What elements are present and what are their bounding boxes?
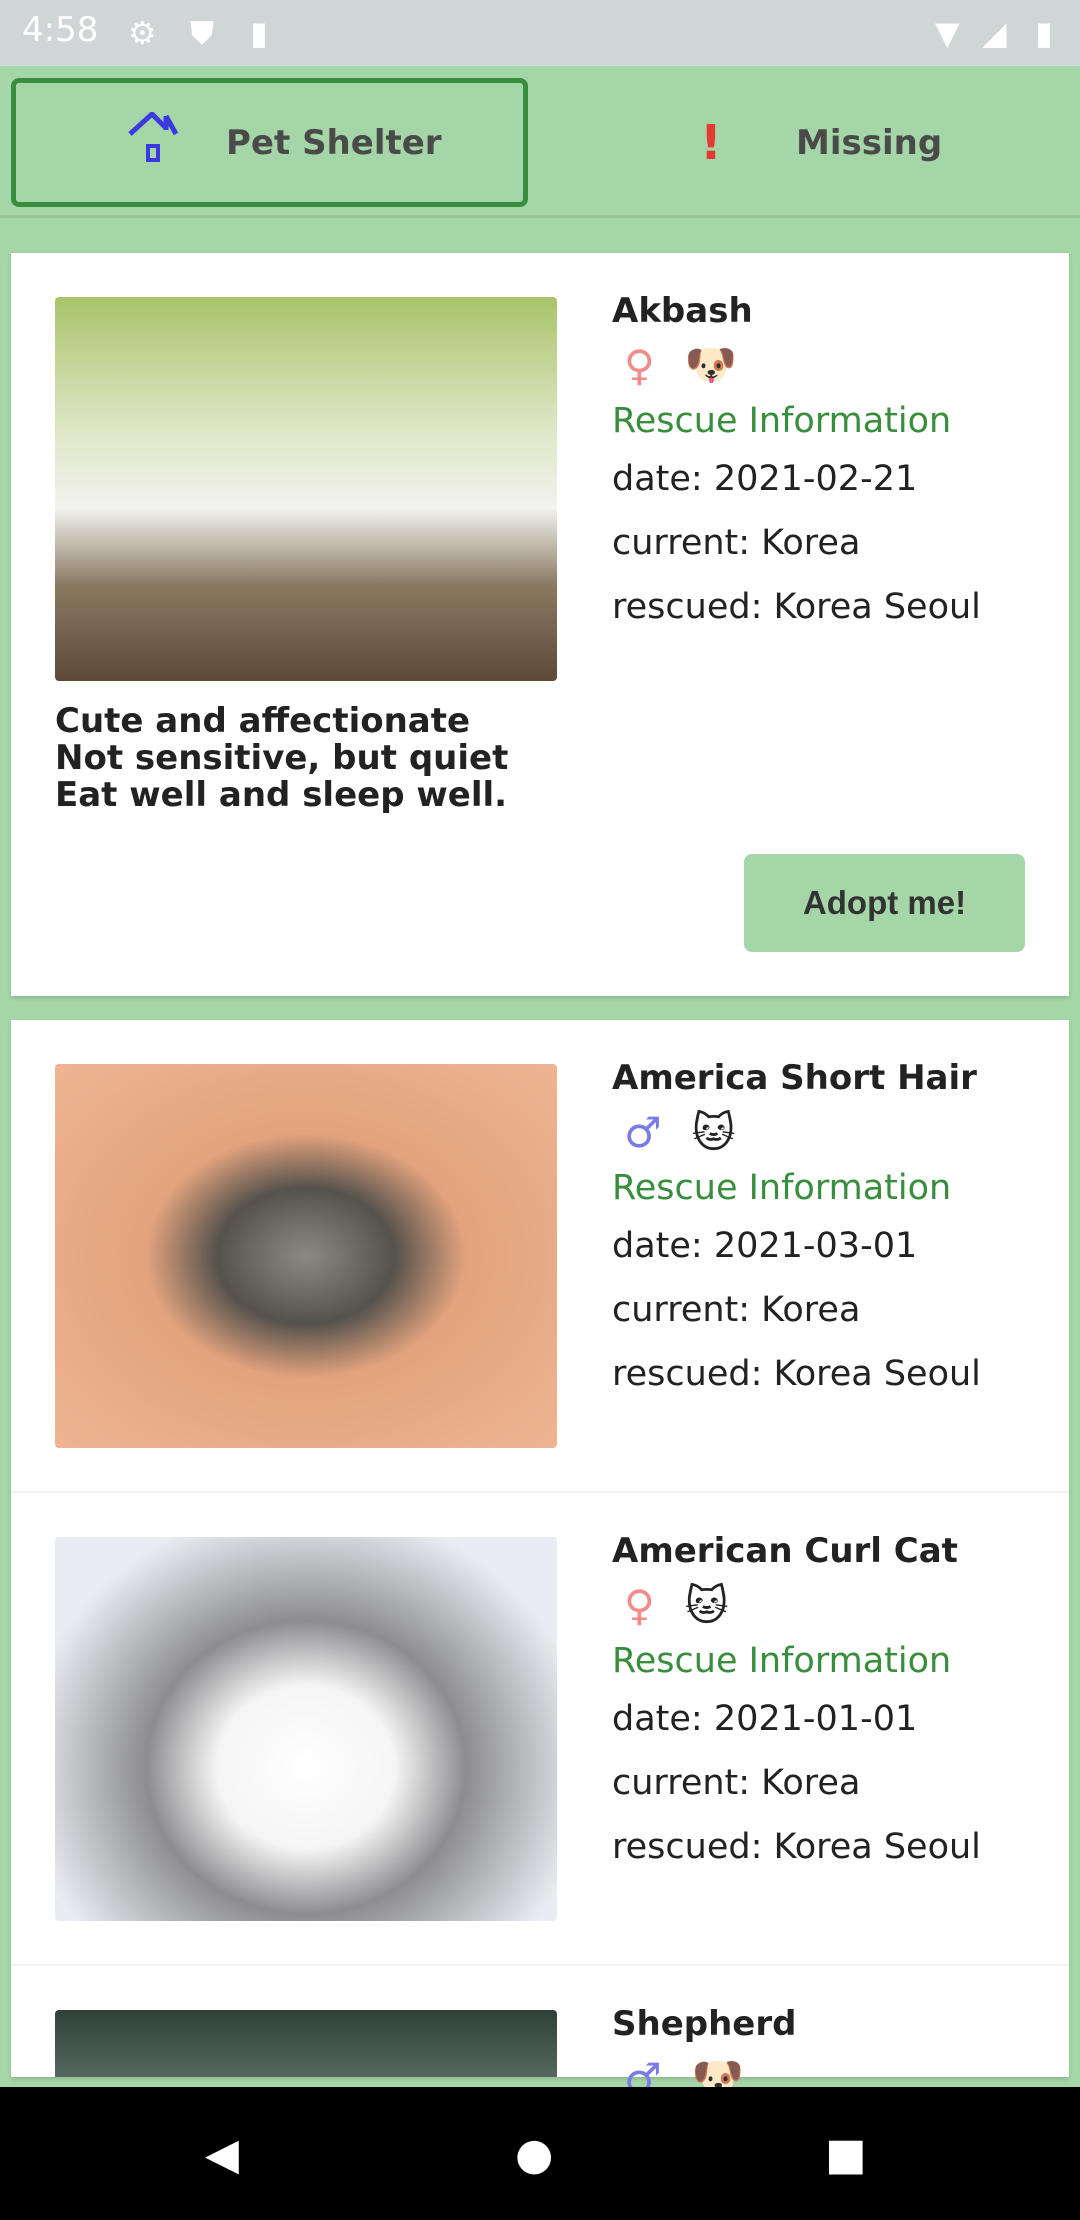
female-icon: ♀	[624, 340, 655, 390]
current-location: current: Korea	[612, 1763, 861, 1803]
tab-label: Pet Shelter	[226, 122, 442, 163]
tab-bar: Pet Shelter ! Missing	[0, 66, 1080, 218]
pet-name: America Short Hair	[612, 1058, 977, 1098]
rescue-title: Rescue Information	[612, 1168, 952, 1208]
signal-icon: ◢	[982, 14, 1007, 52]
adopt-button[interactable]: Adopt me!	[744, 854, 1025, 952]
pet-photo	[55, 1064, 557, 1448]
description-line: Cute and affectionate	[55, 701, 471, 741]
pet-list[interactable]: America Short Hair ♂ 🐱 Rescue Information…	[11, 1020, 1069, 2103]
pet-list-item[interactable]: American Curl Cat ♀ 🐱 Rescue Information …	[11, 1493, 1069, 1966]
pet-list-item[interactable]: Shepherd ♂ 🐶	[11, 1966, 1069, 2103]
pet-list-item[interactable]: America Short Hair ♂ 🐱 Rescue Information…	[11, 1020, 1069, 1493]
female-icon: ♀	[624, 1580, 655, 1630]
cat-icon: 🐱	[691, 1107, 736, 1157]
rescue-date: date: 2021-02-21	[612, 459, 918, 499]
rescue-date: date: 2021-01-01	[612, 1699, 918, 1739]
pet-name: Akbash	[612, 291, 753, 331]
tab-pet-shelter[interactable]: Pet Shelter	[11, 78, 528, 207]
description-line: Eat well and sleep well.	[55, 775, 508, 815]
cat-icon: 🐱	[684, 1580, 729, 1630]
tab-missing[interactable]: ! Missing	[540, 78, 1057, 207]
battery-icon: ▮	[1035, 14, 1053, 52]
navigation-bar: ◀ ● ■	[0, 2087, 1080, 2220]
rescued-location: rescued: Korea Seoul	[612, 587, 981, 627]
pet-name: Shepherd	[612, 2004, 797, 2044]
shield-play-icon: ⛊	[190, 14, 215, 52]
status-time: 4:58	[22, 10, 99, 50]
back-button[interactable]: ◀	[205, 2129, 239, 2180]
pet-photo	[55, 297, 557, 681]
status-bar: 4:58 ⚙ ⛊ ▮ ▼ ◢ ▮	[0, 0, 1080, 66]
house-icon	[126, 110, 182, 174]
rescue-title: Rescue Information	[612, 401, 952, 441]
rescue-title: Rescue Information	[612, 1641, 952, 1681]
rescue-date: date: 2021-03-01	[612, 1226, 918, 1266]
recents-button[interactable]: ■	[825, 2129, 867, 2180]
gear-icon: ⚙	[128, 14, 157, 52]
description-line: Not sensitive, but quiet	[55, 738, 509, 778]
rescued-location: rescued: Korea Seoul	[612, 1354, 981, 1394]
wifi-icon: ▼	[935, 14, 960, 52]
current-location: current: Korea	[612, 1290, 861, 1330]
tab-label: Missing	[796, 122, 943, 163]
rescued-location: rescued: Korea Seoul	[612, 1827, 981, 1867]
male-icon: ♂	[624, 1107, 662, 1157]
dog-icon: 🐶	[684, 340, 738, 389]
exclamation-icon: !	[700, 114, 722, 171]
pet-photo	[55, 1537, 557, 1921]
pet-description: Cute and affectionate Not sensitive, but…	[55, 703, 508, 814]
current-location: current: Korea	[612, 523, 861, 563]
home-button[interactable]: ●	[515, 2129, 553, 2180]
sd-card-icon: ▮	[250, 14, 268, 52]
pet-photo	[55, 2010, 557, 2077]
featured-pet-card[interactable]: Akbash ♀ 🐶 Rescue Information date: 2021-…	[11, 253, 1069, 996]
pet-name: American Curl Cat	[612, 1531, 958, 1571]
